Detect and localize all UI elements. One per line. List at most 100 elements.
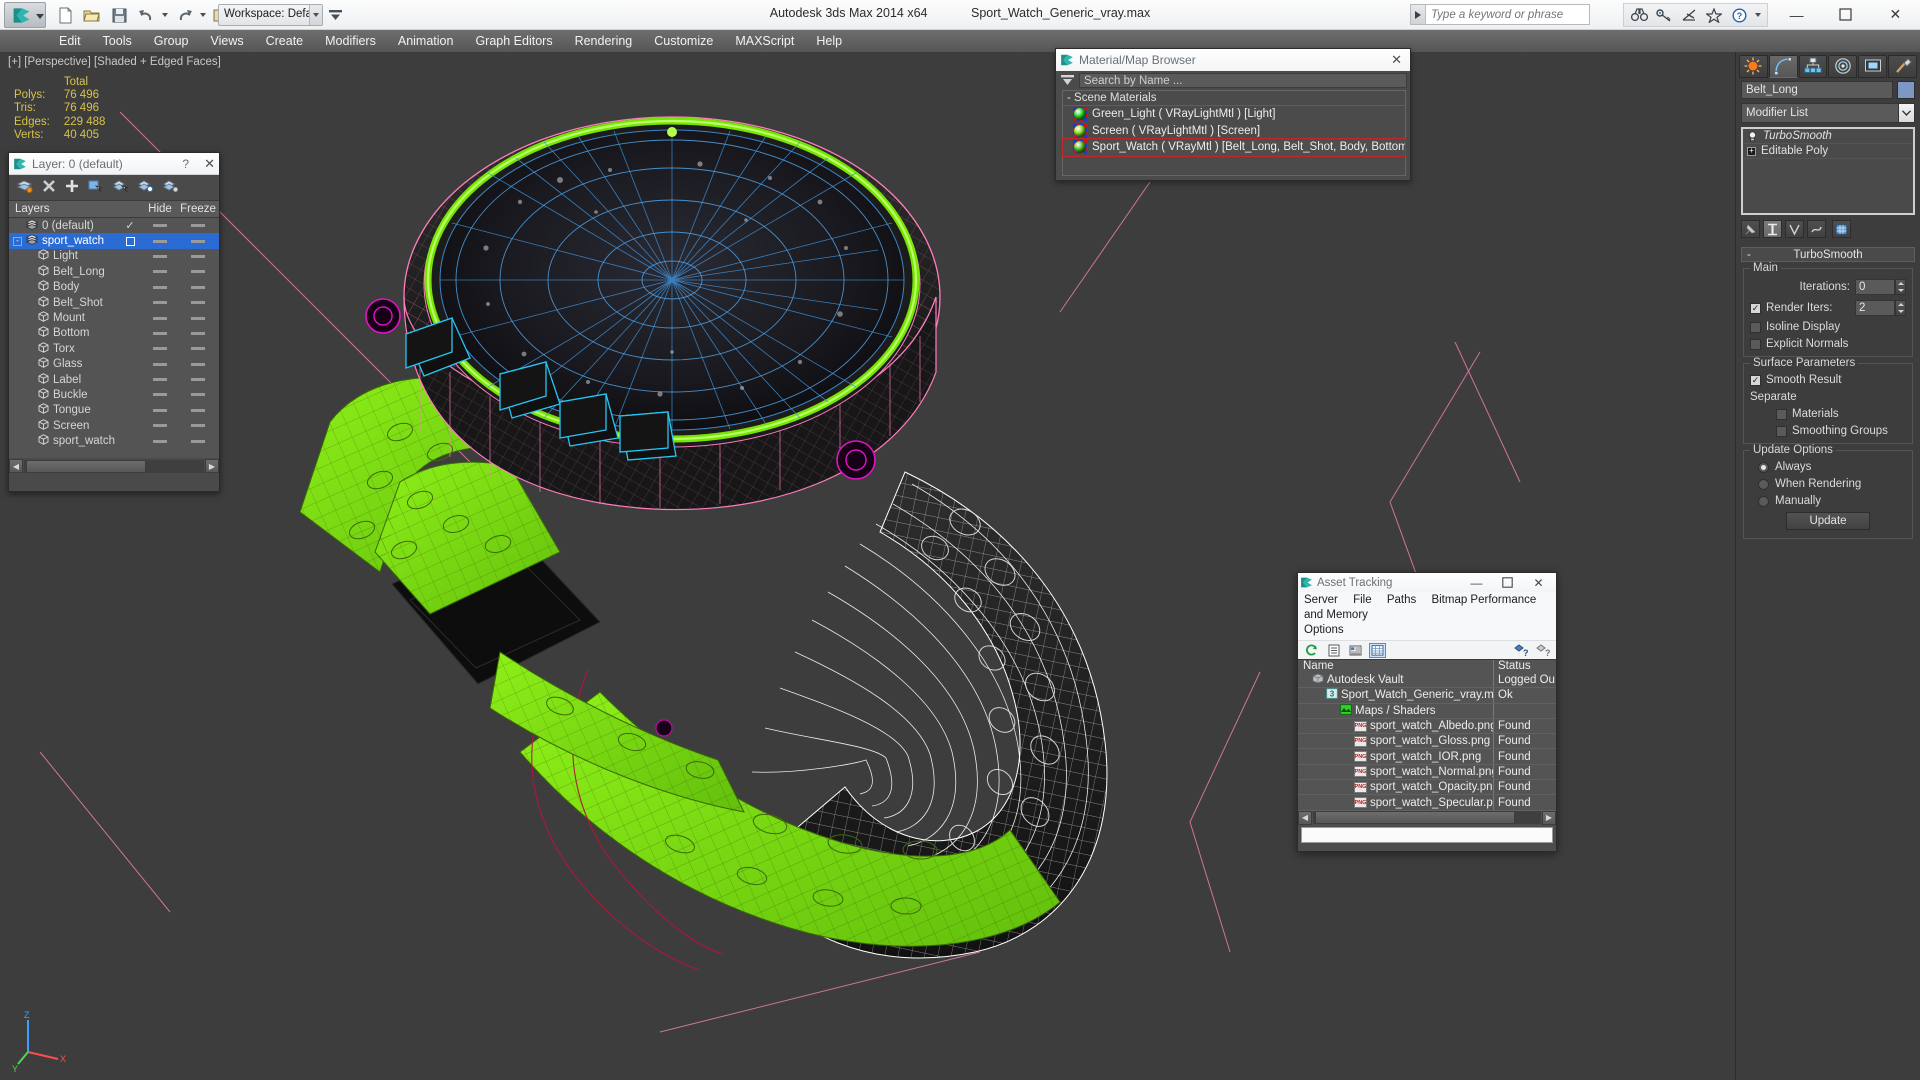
scroll-right-icon[interactable]: ▶ [1542,810,1556,825]
search-box[interactable] [1410,4,1590,25]
layer-properties-icon[interactable] [163,179,179,196]
star-icon[interactable] [1703,5,1725,25]
iterations-spinner[interactable] [1895,279,1906,295]
material-search-input[interactable]: Search by Name ... [1079,72,1407,88]
scrollbar-thumb[interactable] [1315,811,1515,825]
menu-item-modifiers[interactable]: Modifiers [314,31,387,51]
layer-hide-toggle[interactable] [153,316,167,320]
layer-hide-toggle[interactable] [153,378,167,382]
layer-freeze-toggle[interactable] [191,254,205,258]
help-icon[interactable]: ? [1728,5,1750,25]
layer-row-screen[interactable]: Screen [9,418,219,433]
layer-hide-toggle[interactable] [153,439,167,443]
layer-row-buckle[interactable]: Buckle [9,387,219,402]
layer-list[interactable]: 0 (default) ✓ - sport_watch Light Belt_Long Bo… [9,218,219,458]
modifier-stack-item-editable-poly[interactable]: + Editable Poly [1743,144,1913,159]
delete-layer-icon[interactable] [42,179,56,196]
render-iters-checkbox[interactable]: ✓ [1750,302,1761,314]
scroll-left-icon[interactable]: ◀ [1298,810,1312,825]
asset-tracking-window[interactable]: Asset Tracking — ✕ Server File Paths Bit… [1297,572,1557,852]
make-unique-icon[interactable] [1785,220,1804,238]
lightbulb-icon[interactable] [1747,130,1758,142]
menu-item-customize[interactable]: Customize [643,31,724,51]
layer-hide-toggle[interactable] [153,239,167,243]
asset-minimize-button[interactable]: — [1461,574,1492,592]
utilities-tab-icon[interactable] [1888,54,1917,78]
layer-active-check-icon[interactable]: ✓ [125,219,134,232]
help-icon[interactable]: ? [1534,643,1551,658]
modify-tab-icon[interactable] [1768,54,1798,78]
search-dropdown-icon[interactable] [1411,5,1426,24]
layer-row-sport_watch[interactable]: sport_watch [9,433,219,448]
detail-view-icon[interactable] [1347,643,1364,658]
update-button[interactable]: Update [1786,512,1870,530]
asset-close-button[interactable]: ✕ [1523,574,1554,592]
menu-item-tools[interactable]: Tools [92,31,143,51]
turbosmooth-rollout-header[interactable]: - TurboSmooth [1741,247,1915,262]
menu-item-help[interactable]: Help [805,31,853,51]
create-new-layer-icon[interactable] [16,179,33,196]
modifier-stack[interactable]: TurboSmooth + Editable Poly [1741,127,1915,215]
scrollbar-track[interactable] [24,459,204,473]
asset-menu-options[interactable]: Options [1304,624,1344,636]
render-iters-field[interactable]: 2 [1855,300,1895,316]
layer-hide-toggle[interactable] [153,254,167,258]
layer-row-tongue[interactable]: Tongue [9,403,219,418]
rollout-collapse-icon[interactable]: - [1747,249,1751,261]
layer-hide-toggle[interactable] [153,347,167,351]
help-dropdown-icon[interactable] [1753,5,1763,25]
layer-row-label[interactable]: Label [9,372,219,387]
list-view-icon[interactable] [1325,643,1342,658]
layer-row-bottom[interactable]: Bottom [9,326,219,341]
remove-modifier-icon[interactable] [1807,220,1826,238]
update-manually-radio[interactable] [1758,495,1769,507]
layer-row-0-default-[interactable]: 0 (default) ✓ [9,218,219,233]
explicit-normals-checkbox[interactable]: ✓ [1750,338,1761,350]
layer-freeze-toggle[interactable] [191,424,205,428]
turbosmooth-rollout[interactable]: - TurboSmooth Main Iterations: 0 ✓ Rende… [1741,247,1915,539]
grid-view-icon[interactable] [1369,642,1386,658]
layer-row-torx[interactable]: Torx [9,341,219,356]
layer-freeze-toggle[interactable] [191,347,205,351]
layer-hide-toggle[interactable] [153,301,167,305]
asset-row[interactable]: PNG sport_watch_Albedo.png Found [1298,718,1556,735]
object-color-swatch[interactable] [1897,81,1915,99]
layer-freeze-toggle[interactable] [191,285,205,289]
menu-item-group[interactable]: Group [143,31,200,51]
modifier-list-dropdown[interactable]: Modifier List [1741,103,1915,123]
asset-column-status[interactable]: Status [1494,660,1556,673]
material-browser-titlebar[interactable]: Material/Map Browser ✕ [1056,49,1410,71]
asset-maximize-button[interactable] [1492,574,1523,592]
layer-row-glass[interactable]: Glass [9,357,219,372]
asset-menu-server[interactable]: Server [1304,594,1338,606]
layer-freeze-toggle[interactable] [191,316,205,320]
chevron-down-icon[interactable] [1898,104,1914,122]
menu-item-rendering[interactable]: Rendering [564,31,644,51]
layer-manager-dialog[interactable]: Layer: 0 (default) ? ✕ Layers Hide Freez… [8,152,220,492]
menu-item-views[interactable]: Views [199,31,254,51]
material-list[interactable]: Green_Light ( VRayLightMtl ) [Light] Scre… [1062,106,1406,157]
iterations-field[interactable]: 0 [1855,279,1895,295]
command-panel[interactable]: Belt_Long Modifier List TurboSmooth + Ed… [1735,52,1920,1080]
refresh-icon[interactable] [1303,643,1320,658]
layer-list-scrollbar[interactable]: ◀ ▶ [9,458,219,474]
isoline-display-checkbox[interactable]: ✓ [1750,321,1761,333]
asset-row[interactable]: PNG sport_watch_Specular.png Found [1298,795,1556,811]
layer-active-box-icon[interactable] [125,236,135,246]
layer-row-belt_long[interactable]: Belt_Long [9,264,219,279]
layer-hide-toggle[interactable] [153,424,167,428]
layer-freeze-toggle[interactable] [191,439,205,443]
layer-freeze-toggle[interactable] [191,239,205,243]
layer-hide-toggle[interactable] [153,331,167,335]
layer-row-sport_watch[interactable]: - sport_watch [9,233,219,249]
material-row[interactable]: Sport_Watch ( VRayMtl ) [Belt_Long, Belt… [1062,138,1406,157]
motion-tab-icon[interactable] [1828,54,1858,78]
update-always-row[interactable]: Always [1750,461,1906,473]
render-iters-spinner[interactable] [1895,300,1906,316]
asset-row[interactable]: Maps / Shaders [1298,703,1556,719]
menu-item-create[interactable]: Create [255,31,315,51]
asset-tracking-titlebar[interactable]: Asset Tracking — ✕ [1298,573,1556,592]
perspective-viewport[interactable]: [+] [Perspective] [Shaded + Edged Faces]… [0,52,1735,1080]
plus-box-icon[interactable]: + [1747,146,1756,156]
asset-column-name[interactable]: Name [1298,660,1494,673]
